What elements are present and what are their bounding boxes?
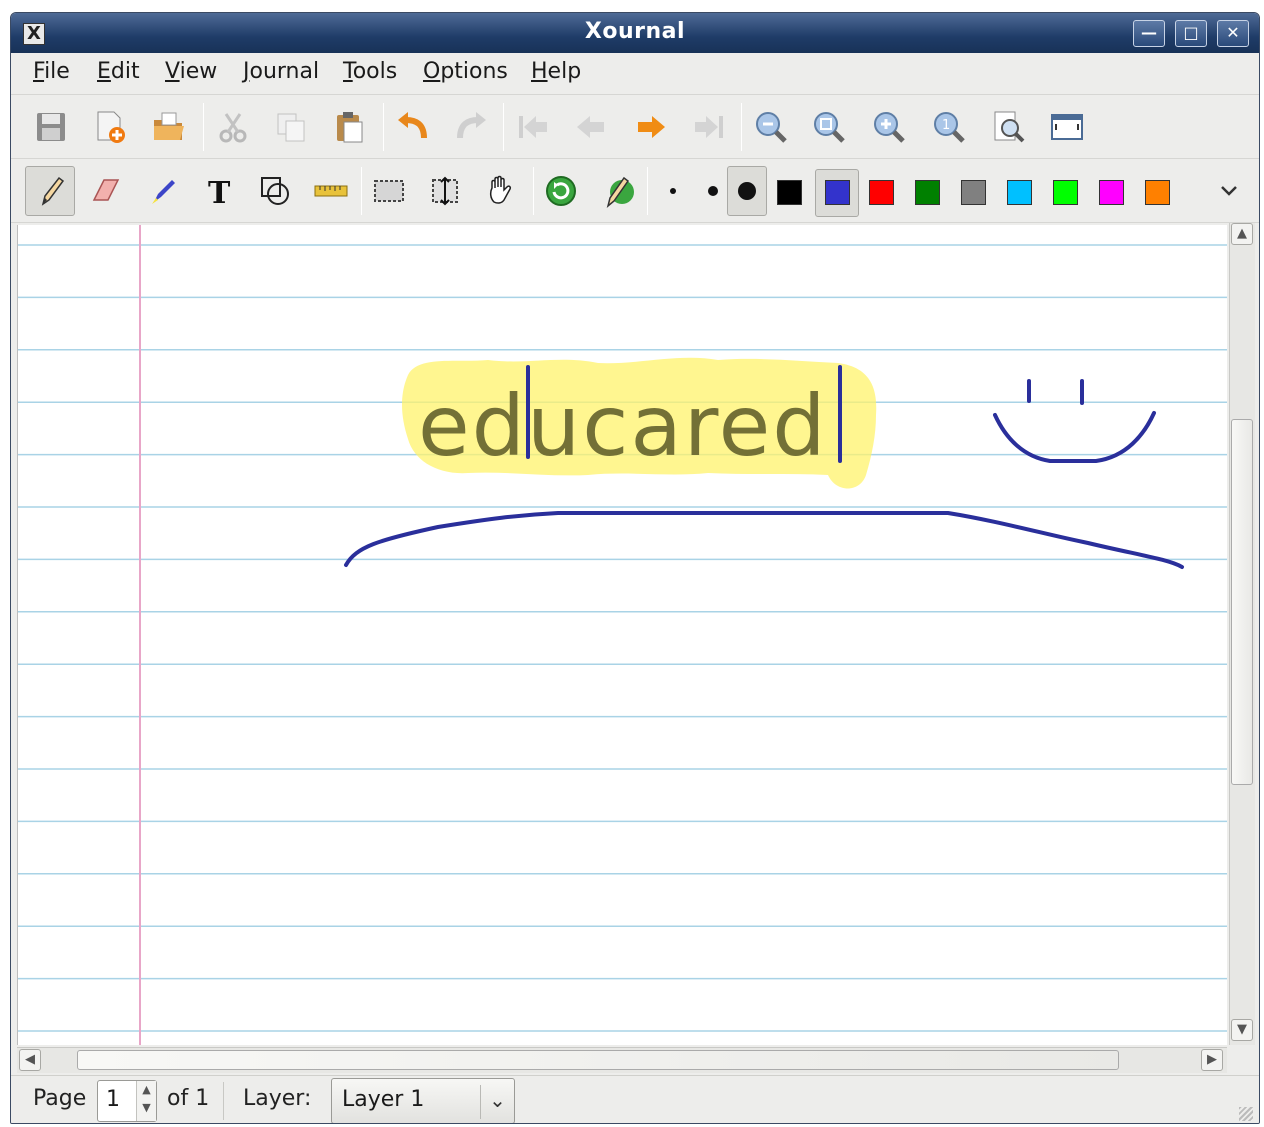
- hand-icon[interactable]: [479, 169, 523, 213]
- page-spinner-arrows[interactable]: ▲ ▼: [136, 1081, 156, 1121]
- menu-tools[interactable]: Tools: [341, 59, 399, 84]
- color-green-swatch[interactable]: [915, 180, 940, 205]
- zoom-100-icon[interactable]: 1: [927, 105, 971, 149]
- paste-icon[interactable]: [327, 105, 371, 149]
- minimize-button[interactable]: —: [1133, 20, 1165, 47]
- scroll-right-arrow-icon[interactable]: ▶: [1201, 1049, 1223, 1071]
- horizontal-scrollbar[interactable]: ◀ ▶: [17, 1047, 1227, 1073]
- pen-icon[interactable]: [25, 166, 75, 216]
- color-orange-swatch[interactable]: [1145, 180, 1170, 205]
- menu-options[interactable]: Options: [421, 59, 510, 84]
- undo-icon[interactable]: [391, 105, 435, 149]
- resize-grip-icon[interactable]: [1239, 1107, 1253, 1121]
- ruler-icon[interactable]: [309, 169, 353, 213]
- open-icon[interactable]: [147, 105, 191, 149]
- thickness-thin-icon[interactable]: [651, 169, 695, 213]
- vertical-scrollbar[interactable]: ▲ ▼: [1229, 223, 1255, 1045]
- default-tools-icon[interactable]: [539, 169, 583, 213]
- menu-journal[interactable]: Journal: [241, 59, 321, 84]
- zoom-in-icon[interactable]: [867, 105, 911, 149]
- scroll-down-arrow-icon[interactable]: ▼: [1231, 1019, 1253, 1041]
- maximize-button[interactable]: □: [1175, 20, 1207, 47]
- fullscreen-icon[interactable]: [1045, 105, 1089, 149]
- main-toolbar: 1: [11, 95, 1259, 159]
- color-light-green-swatch[interactable]: [1053, 180, 1078, 205]
- redo-icon[interactable]: [449, 105, 493, 149]
- zoom-page-width-icon[interactable]: [987, 105, 1031, 149]
- layer-select[interactable]: Layer 1 ⌄: [331, 1078, 515, 1123]
- menu-view[interactable]: View: [163, 59, 219, 84]
- next-page-icon[interactable]: [629, 105, 673, 149]
- scroll-up-arrow-icon[interactable]: ▲: [1231, 223, 1253, 245]
- color-magenta-swatch[interactable]: [1099, 180, 1124, 205]
- cut-icon[interactable]: [211, 105, 255, 149]
- color-red-swatch[interactable]: [869, 180, 894, 205]
- menu-edit[interactable]: Edit: [95, 59, 142, 84]
- menu-help[interactable]: Help: [529, 59, 583, 84]
- last-page-icon[interactable]: [687, 105, 731, 149]
- layer-select-value[interactable]: Layer 1: [342, 1087, 424, 1112]
- new-page-icon[interactable]: [87, 105, 131, 149]
- horizontal-scroll-thumb[interactable]: [77, 1050, 1119, 1070]
- status-bar: Page 1 ▲ ▼ of 1 Layer: Layer 1 ⌄: [11, 1075, 1259, 1123]
- xournal-window: X Xournal — □ ✕ File Edit View Journal T…: [10, 12, 1260, 1124]
- vertical-space-icon[interactable]: [423, 169, 467, 213]
- toolbar-overflow-chevron-down-icon[interactable]: [1207, 169, 1251, 213]
- previous-page-icon[interactable]: [569, 105, 613, 149]
- svg-text:1: 1: [942, 118, 950, 133]
- shape-recognizer-icon[interactable]: [253, 169, 297, 213]
- status-separator: [223, 1082, 224, 1120]
- close-button[interactable]: ✕: [1217, 20, 1249, 47]
- page-number-value[interactable]: 1: [106, 1087, 120, 1112]
- journal-page[interactable]: educared: [18, 225, 1227, 1045]
- first-page-icon[interactable]: [511, 105, 555, 149]
- select-rectangle-icon[interactable]: [367, 169, 411, 213]
- color-gray-swatch[interactable]: [961, 180, 986, 205]
- layer-label: Layer:: [243, 1086, 312, 1111]
- tools-toolbar: T: [11, 159, 1259, 223]
- color-light-blue-swatch[interactable]: [1007, 180, 1032, 205]
- color-black-swatch[interactable]: [777, 180, 802, 205]
- eraser-icon[interactable]: [83, 169, 127, 213]
- menu-bar: File Edit View Journal Tools Options Hel…: [11, 53, 1259, 95]
- highlighter-icon[interactable]: [141, 169, 185, 213]
- handwritten-word: educared: [418, 377, 828, 475]
- save-icon[interactable]: [29, 105, 73, 149]
- text-icon[interactable]: T: [197, 169, 241, 213]
- page-label: Page: [33, 1086, 87, 1111]
- svg-text:T: T: [208, 176, 231, 210]
- color-blue-swatch[interactable]: [825, 180, 850, 205]
- title-bar[interactable]: X Xournal — □ ✕: [11, 13, 1259, 53]
- page-spinner[interactable]: 1 ▲ ▼: [97, 1080, 157, 1122]
- menu-file[interactable]: File: [31, 59, 72, 84]
- scroll-left-arrow-icon[interactable]: ◀: [19, 1049, 41, 1071]
- chevron-down-icon[interactable]: ⌄: [480, 1085, 514, 1119]
- vertical-scroll-thumb[interactable]: [1231, 419, 1253, 785]
- zoom-out-icon[interactable]: [749, 105, 793, 149]
- page-total: of 1: [167, 1086, 210, 1111]
- copy-icon[interactable]: [269, 105, 313, 149]
- zoom-fit-icon[interactable]: [807, 105, 851, 149]
- default-pen-icon[interactable]: [597, 169, 641, 213]
- window-title: Xournal: [584, 19, 686, 44]
- thickness-thick-icon[interactable]: [727, 166, 767, 216]
- journal-canvas[interactable]: educared: [17, 225, 1227, 1045]
- smiley-mouth: [993, 411, 1156, 463]
